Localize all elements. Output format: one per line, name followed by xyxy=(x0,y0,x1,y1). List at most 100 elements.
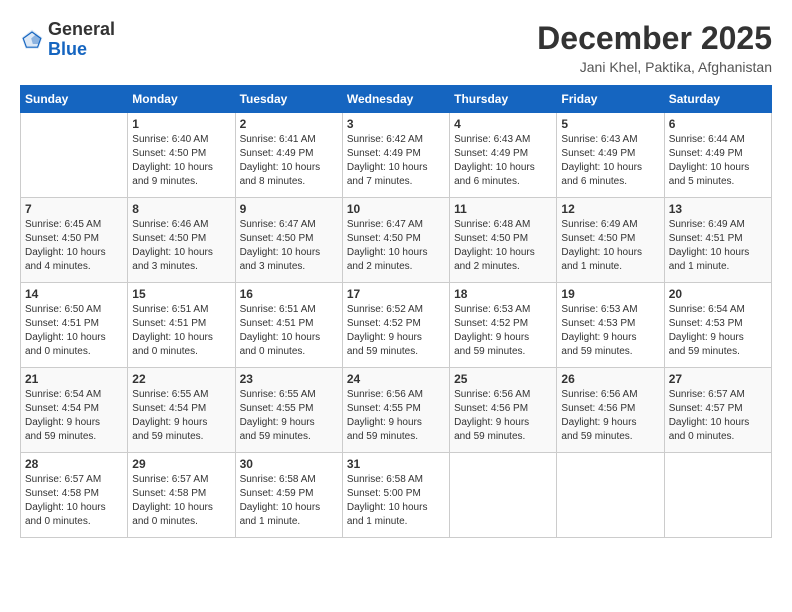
day-info-line: and 3 minutes. xyxy=(240,261,306,272)
day-info: Sunrise: 6:58 AMSunset: 5:00 PMDaylight:… xyxy=(347,473,445,529)
day-number: 27 xyxy=(669,372,767,386)
calendar-cell: 23Sunrise: 6:55 AMSunset: 4:55 PMDayligh… xyxy=(235,368,342,453)
day-info-line: Daylight: 10 hours xyxy=(669,162,750,173)
day-info-line: Daylight: 10 hours xyxy=(132,162,213,173)
column-header-friday: Friday xyxy=(557,86,664,113)
day-number: 19 xyxy=(561,287,659,301)
day-info-line: and 59 minutes. xyxy=(132,431,203,442)
day-info: Sunrise: 6:53 AMSunset: 4:52 PMDaylight:… xyxy=(454,303,552,359)
day-info-line: Daylight: 10 hours xyxy=(347,502,428,513)
day-info-line: and 59 minutes. xyxy=(25,431,96,442)
day-info-line: Sunset: 4:52 PM xyxy=(347,318,421,329)
day-info-line: Sunset: 4:49 PM xyxy=(347,148,421,159)
calendar-cell: 25Sunrise: 6:56 AMSunset: 4:56 PMDayligh… xyxy=(450,368,557,453)
day-info-line: Sunrise: 6:58 AM xyxy=(240,474,316,485)
day-info-line: and 9 minutes. xyxy=(132,176,198,187)
day-info-line: Sunset: 4:51 PM xyxy=(25,318,99,329)
day-info-line: and 0 minutes. xyxy=(132,516,198,527)
day-info-line: and 1 minute. xyxy=(669,261,730,272)
day-info: Sunrise: 6:52 AMSunset: 4:52 PMDaylight:… xyxy=(347,303,445,359)
day-info-line: Daylight: 9 hours xyxy=(454,332,529,343)
day-info: Sunrise: 6:44 AMSunset: 4:49 PMDaylight:… xyxy=(669,133,767,189)
day-number: 14 xyxy=(25,287,123,301)
day-info-line: Daylight: 9 hours xyxy=(347,417,422,428)
day-info-line: Sunset: 4:49 PM xyxy=(454,148,528,159)
day-number: 11 xyxy=(454,202,552,216)
calendar-cell: 1Sunrise: 6:40 AMSunset: 4:50 PMDaylight… xyxy=(128,113,235,198)
day-info-line: Sunset: 4:59 PM xyxy=(240,488,314,499)
column-header-saturday: Saturday xyxy=(664,86,771,113)
day-info: Sunrise: 6:47 AMSunset: 4:50 PMDaylight:… xyxy=(347,218,445,274)
day-info-line: Sunset: 5:00 PM xyxy=(347,488,421,499)
calendar-cell: 21Sunrise: 6:54 AMSunset: 4:54 PMDayligh… xyxy=(21,368,128,453)
page-header: General Blue December 2025 Jani Khel, Pa… xyxy=(20,20,772,75)
day-info-line: and 0 minutes. xyxy=(132,346,198,357)
day-info-line: and 59 minutes. xyxy=(347,431,418,442)
title-block: December 2025 Jani Khel, Paktika, Afghan… xyxy=(537,20,772,75)
calendar-cell xyxy=(557,453,664,538)
day-info-line: Sunrise: 6:52 AM xyxy=(347,304,423,315)
day-info-line: and 59 minutes. xyxy=(454,431,525,442)
calendar-cell: 7 Sunrise: 6:45 AMSunset: 4:50 PMDaylight… xyxy=(21,198,128,283)
day-info-line: Daylight: 10 hours xyxy=(240,162,321,173)
calendar-cell: 8Sunrise: 6:46 AMSunset: 4:50 PMDaylight… xyxy=(128,198,235,283)
calendar-header-row: SundayMondayTuesdayWednesdayThursdayFrid… xyxy=(21,86,772,113)
day-info-line: Sunrise: 6:48 AM xyxy=(454,219,530,230)
day-info-line: Daylight: 10 hours xyxy=(669,417,750,428)
day-info-line: Sunset: 4:54 PM xyxy=(25,403,99,414)
calendar-cell: 10 Sunrise: 6:47 AMSunset: 4:50 PMDayligh… xyxy=(342,198,449,283)
day-info-line: and 59 minutes. xyxy=(240,431,311,442)
day-info-line: Sunrise: 6:57 AM xyxy=(669,389,745,400)
day-info-line: Sunrise: 6:45 AM xyxy=(25,219,101,230)
day-info: Sunrise: 6:51 AMSunset: 4:51 PMDaylight:… xyxy=(132,303,230,359)
calendar-cell: 5Sunrise: 6:43 AMSunset: 4:49 PMDaylight… xyxy=(557,113,664,198)
day-info-line: Daylight: 9 hours xyxy=(561,332,636,343)
day-info-line: Sunset: 4:49 PM xyxy=(561,148,635,159)
calendar-week-row: 21Sunrise: 6:54 AMSunset: 4:54 PMDayligh… xyxy=(21,368,772,453)
day-info: Sunrise: 6:47 AMSunset: 4:50 PMDaylight:… xyxy=(240,218,338,274)
day-info-line: Sunset: 4:58 PM xyxy=(132,488,206,499)
day-info-line: Sunrise: 6:44 AM xyxy=(669,134,745,145)
calendar-cell: 18Sunrise: 6:53 AMSunset: 4:52 PMDayligh… xyxy=(450,283,557,368)
day-info: Sunrise: 6:50 AMSunset: 4:51 PMDaylight:… xyxy=(25,303,123,359)
day-number: 20 xyxy=(669,287,767,301)
day-info-line: Daylight: 10 hours xyxy=(240,502,321,513)
day-info: Sunrise: 6:57 AMSunset: 4:58 PMDaylight:… xyxy=(25,473,123,529)
day-number: 10 xyxy=(347,202,445,216)
day-info-line: Sunrise: 6:40 AM xyxy=(132,134,208,145)
day-info-line: and 0 minutes. xyxy=(240,346,306,357)
day-info-line: Sunset: 4:50 PM xyxy=(240,233,314,244)
day-info: Sunrise: 6:54 AMSunset: 4:54 PMDaylight:… xyxy=(25,388,123,444)
calendar-week-row: 28Sunrise: 6:57 AMSunset: 4:58 PMDayligh… xyxy=(21,453,772,538)
day-info: Sunrise: 6:45 AMSunset: 4:50 PMDaylight:… xyxy=(25,218,123,274)
calendar-cell: 17Sunrise: 6:52 AMSunset: 4:52 PMDayligh… xyxy=(342,283,449,368)
day-info-line: Sunrise: 6:43 AM xyxy=(454,134,530,145)
day-info-line: and 0 minutes. xyxy=(25,346,91,357)
day-number: 17 xyxy=(347,287,445,301)
day-info-line: Daylight: 10 hours xyxy=(454,162,535,173)
day-info-line: Daylight: 10 hours xyxy=(25,502,106,513)
day-info-line: Sunrise: 6:53 AM xyxy=(561,304,637,315)
day-info-line: and 3 minutes. xyxy=(132,261,198,272)
day-info-line: Daylight: 9 hours xyxy=(25,417,100,428)
day-info: Sunrise: 6:49 AMSunset: 4:51 PMDaylight:… xyxy=(669,218,767,274)
day-number: 30 xyxy=(240,457,338,471)
column-header-wednesday: Wednesday xyxy=(342,86,449,113)
day-info: Sunrise: 6:49 AMSunset: 4:50 PMDaylight:… xyxy=(561,218,659,274)
day-info: Sunrise: 6:55 AMSunset: 4:54 PMDaylight:… xyxy=(132,388,230,444)
calendar-cell: 22Sunrise: 6:55 AMSunset: 4:54 PMDayligh… xyxy=(128,368,235,453)
day-info-line: Daylight: 10 hours xyxy=(669,247,750,258)
calendar-cell: 31Sunrise: 6:58 AMSunset: 5:00 PMDayligh… xyxy=(342,453,449,538)
day-number: 24 xyxy=(347,372,445,386)
day-info-line: Sunrise: 6:42 AM xyxy=(347,134,423,145)
day-info-line: Sunset: 4:50 PM xyxy=(454,233,528,244)
day-info-line: Daylight: 10 hours xyxy=(561,247,642,258)
day-info-line: Sunset: 4:51 PM xyxy=(669,233,743,244)
day-number: 7 xyxy=(25,202,123,216)
day-info-line: and 4 minutes. xyxy=(25,261,91,272)
calendar-cell: 12Sunrise: 6:49 AMSunset: 4:50 PMDayligh… xyxy=(557,198,664,283)
day-info-line: Sunset: 4:55 PM xyxy=(347,403,421,414)
day-info-line: Sunrise: 6:46 AM xyxy=(132,219,208,230)
calendar-cell: 15Sunrise: 6:51 AMSunset: 4:51 PMDayligh… xyxy=(128,283,235,368)
calendar-cell: 3Sunrise: 6:42 AMSunset: 4:49 PMDaylight… xyxy=(342,113,449,198)
